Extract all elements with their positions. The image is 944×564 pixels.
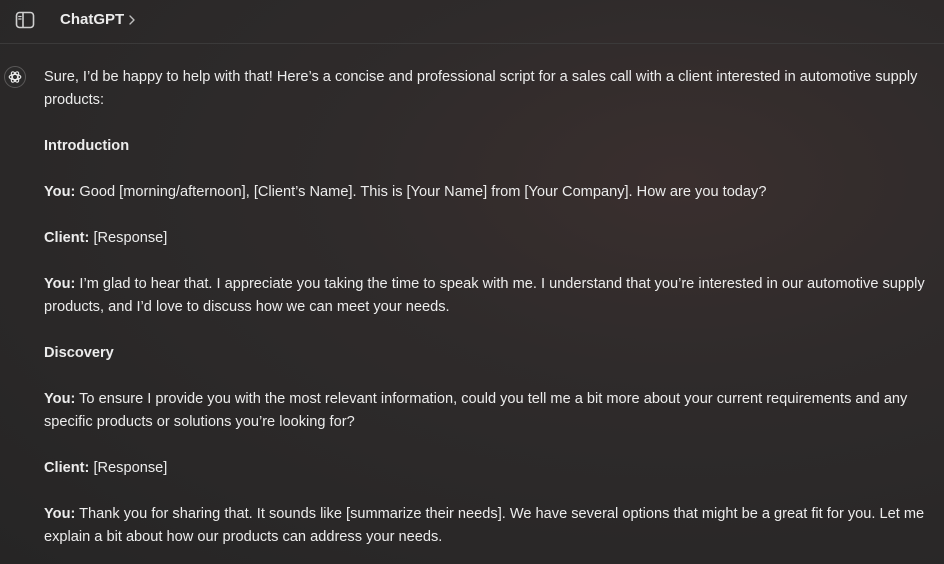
top-bar: ChatGPT xyxy=(0,0,944,44)
speaker-label: You: xyxy=(44,184,76,200)
line-text: [Response] xyxy=(89,460,168,476)
chevron-right-icon xyxy=(129,14,135,25)
script-line: You: Good [morning/afternoon], [Client’s… xyxy=(44,181,934,204)
message-intro: Sure, I’d be happy to help with that! He… xyxy=(44,69,918,108)
line-text: [Response] xyxy=(89,230,168,246)
sidebar-toggle-icon[interactable] xyxy=(15,11,35,29)
speaker-label: Client: xyxy=(44,460,90,476)
app-title: ChatGPT xyxy=(60,11,125,28)
speaker-label: You: xyxy=(44,391,76,407)
line-text: I’m glad to hear that. I appreciate you … xyxy=(44,276,925,315)
speaker-label: You: xyxy=(44,276,76,292)
line-text: Thank you for sharing that. It sounds li… xyxy=(44,506,925,545)
model-selector[interactable]: ChatGPT xyxy=(60,11,136,28)
line-text: To ensure I provide you with the most re… xyxy=(44,391,908,430)
speaker-label: You: xyxy=(44,506,76,522)
speaker-label: Client: xyxy=(44,230,90,246)
chatgpt-logo-icon xyxy=(4,66,26,88)
script-line: Client: [Response] xyxy=(44,227,934,250)
section-heading-introduction: Introduction xyxy=(44,138,130,154)
script-line: You: To ensure I provide you with the mo… xyxy=(44,388,934,434)
line-text: Good [morning/afternoon], [Client’s Name… xyxy=(75,184,767,200)
section-heading-discovery: Discovery xyxy=(44,345,114,361)
script-line: You: I’m glad to hear that. I appreciate… xyxy=(44,273,934,319)
assistant-message: Sure, I’d be happy to help with that! He… xyxy=(44,66,934,564)
script-line: Client: [Response] xyxy=(44,457,934,480)
script-line: You: Thank you for sharing that. It soun… xyxy=(44,503,934,549)
